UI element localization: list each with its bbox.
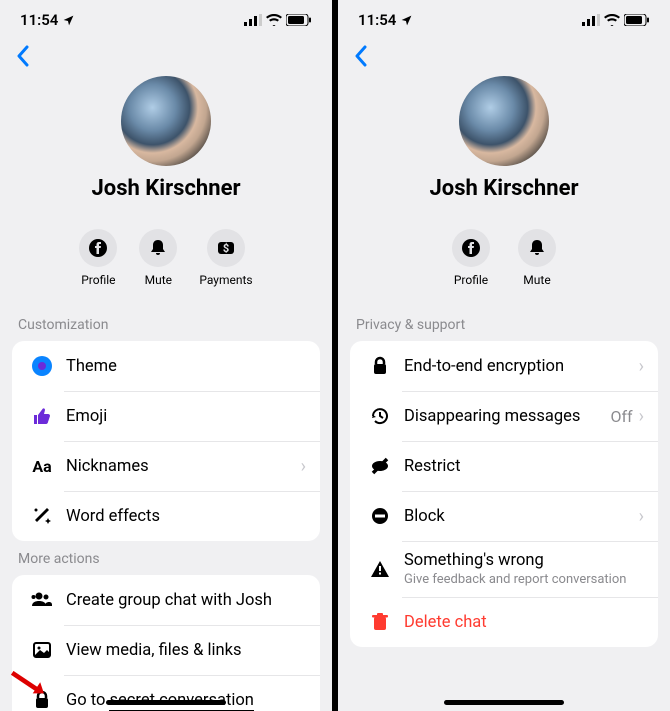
section-title-moreactions: More actions <box>0 541 332 575</box>
restrict-icon <box>370 456 390 476</box>
action-mute-label: Mute <box>145 273 172 287</box>
chevron-right-icon: › <box>639 506 644 527</box>
chevron-right-icon: › <box>301 456 306 477</box>
row-creategroup[interactable]: Create group chat with Josh <box>12 575 320 625</box>
location-icon <box>400 14 413 27</box>
block-icon <box>370 506 390 526</box>
battery-icon <box>624 14 650 26</box>
row-emoji-label: Emoji <box>66 407 306 426</box>
thumbs-up-icon <box>32 406 52 426</box>
row-restrict-label: Restrict <box>404 457 644 476</box>
red-arrow-annotation <box>10 671 48 699</box>
bell-icon <box>148 238 168 258</box>
warning-icon <box>370 559 390 579</box>
lock-icon <box>371 356 389 376</box>
row-viewmedia-label: View media, files & links <box>66 641 306 660</box>
card-moreactions: Create group chat with Josh View media, … <box>12 575 320 711</box>
back-button[interactable] <box>348 45 374 72</box>
nicknames-icon: Aa <box>32 457 51 476</box>
profile-name: Josh Kirschner <box>429 176 578 201</box>
action-mute-label: Mute <box>523 273 550 287</box>
action-mute[interactable]: Mute <box>518 229 556 287</box>
profile-header: Josh Kirschner <box>0 76 332 215</box>
chevron-right-icon: › <box>639 406 644 427</box>
row-nicknames[interactable]: Aa Nicknames › <box>12 441 320 491</box>
theme-icon <box>31 355 53 377</box>
row-e2e[interactable]: End-to-end encryption › <box>350 341 658 391</box>
trash-icon <box>371 612 389 632</box>
row-delete[interactable]: Delete chat <box>350 597 658 647</box>
row-secretconversation[interactable]: Go to secret conversation <box>12 675 320 711</box>
action-profile[interactable]: Profile <box>452 229 490 287</box>
sparkle-icon <box>32 506 52 526</box>
action-profile-label: Profile <box>81 273 115 287</box>
wifi-icon <box>604 14 620 26</box>
row-creategroup-label: Create group chat with Josh <box>66 591 306 610</box>
chevron-right-icon: › <box>639 356 644 377</box>
row-disappearing[interactable]: Disappearing messages Off › <box>350 391 658 441</box>
avatar[interactable] <box>459 76 549 166</box>
avatar[interactable] <box>121 76 211 166</box>
home-indicator[interactable] <box>106 700 226 705</box>
row-nicknames-label: Nicknames <box>66 457 301 476</box>
status-bar: 11:54 <box>0 0 332 40</box>
nav-bar <box>0 40 332 76</box>
action-payments[interactable]: $ Payments <box>199 229 252 287</box>
svg-text:$: $ <box>223 242 229 255</box>
row-disappearing-label: Disappearing messages <box>404 407 610 426</box>
status-time: 11:54 <box>20 11 58 29</box>
action-profile-label: Profile <box>454 273 488 287</box>
payments-icon: $ <box>216 238 236 258</box>
card-customization: Theme Emoji Aa Nicknames › Word effects <box>12 341 320 541</box>
battery-icon <box>286 14 312 26</box>
left-screen: 11:54 Josh Kirschner Profile Mute $ Paym… <box>0 0 332 711</box>
facebook-icon <box>461 238 481 258</box>
section-title-customization: Customization <box>0 307 332 341</box>
row-wrong[interactable]: Something's wrong Give feedback and repo… <box>350 541 658 597</box>
facebook-icon <box>88 238 108 258</box>
action-row: Profile Mute <box>338 215 670 307</box>
status-time: 11:54 <box>358 11 396 29</box>
back-button[interactable] <box>10 45 36 72</box>
row-disappearing-value: Off <box>610 407 632 426</box>
row-theme[interactable]: Theme <box>12 341 320 391</box>
action-profile[interactable]: Profile <box>79 229 117 287</box>
row-wrong-sub: Give feedback and report conversation <box>404 572 644 587</box>
action-row: Profile Mute $ Payments <box>0 215 332 307</box>
row-block[interactable]: Block › <box>350 491 658 541</box>
signal-icon <box>244 14 262 26</box>
row-block-label: Block <box>404 507 639 526</box>
row-emoji[interactable]: Emoji <box>12 391 320 441</box>
row-wrong-label: Something's wrong <box>404 551 644 570</box>
row-restrict[interactable]: Restrict <box>350 441 658 491</box>
row-viewmedia[interactable]: View media, files & links <box>12 625 320 675</box>
card-privacy: End-to-end encryption › Disappearing mes… <box>350 341 658 647</box>
group-icon <box>31 590 53 610</box>
action-mute[interactable]: Mute <box>139 229 177 287</box>
signal-icon <box>582 14 600 26</box>
row-e2e-label: End-to-end encryption <box>404 357 639 376</box>
location-icon <box>62 14 75 27</box>
wifi-icon <box>266 14 282 26</box>
media-icon <box>32 640 52 660</box>
section-title-privacy: Privacy & support <box>338 307 670 341</box>
history-icon <box>370 406 390 426</box>
action-payments-label: Payments <box>199 273 252 287</box>
profile-name: Josh Kirschner <box>91 176 240 201</box>
status-bar: 11:54 <box>338 0 670 40</box>
row-theme-label: Theme <box>66 357 306 376</box>
nav-bar <box>338 40 670 76</box>
row-delete-label: Delete chat <box>404 613 644 632</box>
profile-header: Josh Kirschner <box>338 76 670 215</box>
right-screen: 11:54 Josh Kirschner Profile Mute Privac… <box>338 0 670 711</box>
home-indicator[interactable] <box>444 700 564 705</box>
row-wordeffects-label: Word effects <box>66 507 306 526</box>
bell-icon <box>527 238 547 258</box>
row-wordeffects[interactable]: Word effects <box>12 491 320 541</box>
